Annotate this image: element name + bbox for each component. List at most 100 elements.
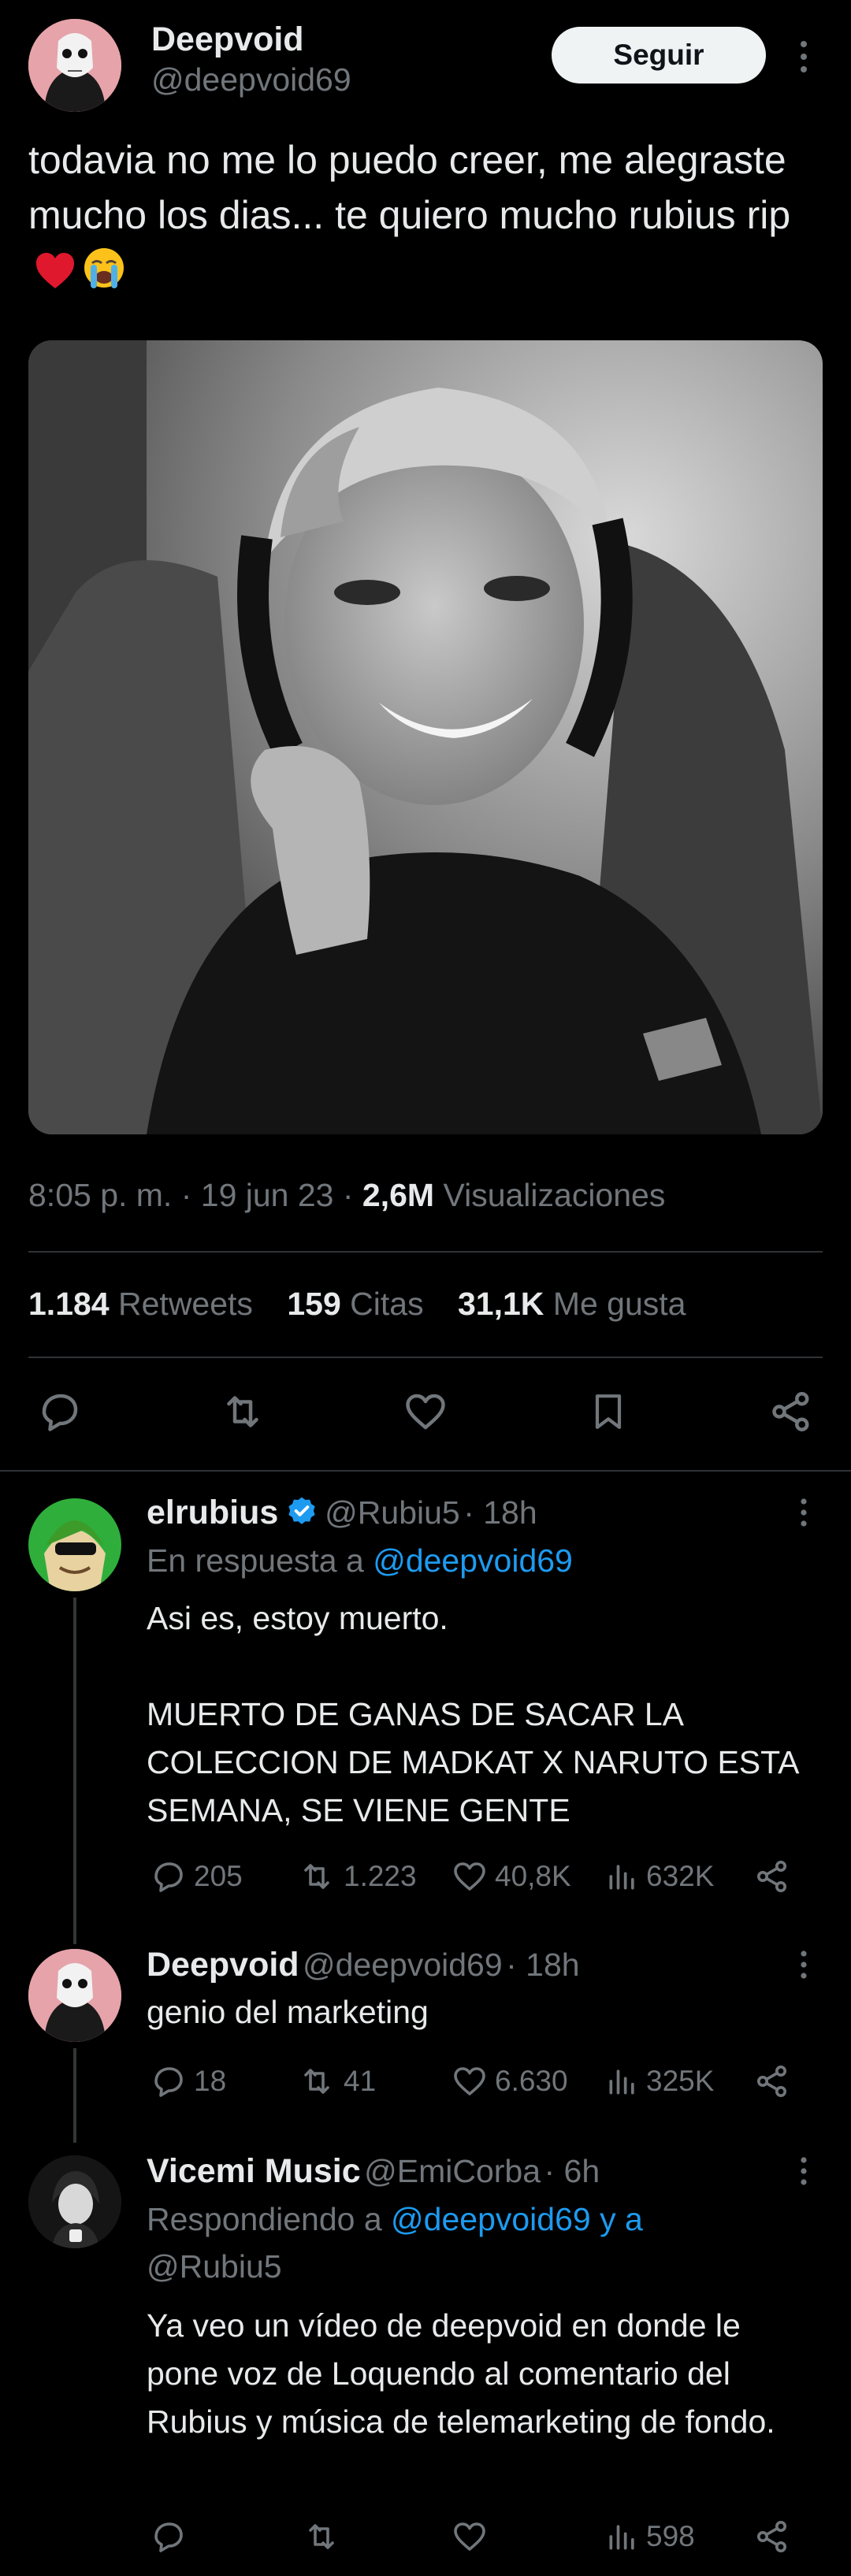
retweets-label: Retweets — [118, 1286, 253, 1322]
reply-context-prefix: Respondiendo a — [147, 2201, 382, 2237]
avatar[interactable] — [28, 19, 121, 112]
share-icon — [757, 1861, 786, 1892]
tweet-time[interactable]: 8:05 p. m. — [28, 1177, 172, 1213]
like-icon — [454, 2067, 485, 2095]
share-button[interactable] — [753, 1858, 791, 1895]
quotes-label: Citas — [350, 1286, 424, 1322]
thread-line — [73, 2048, 76, 2143]
more-options-icon[interactable] — [788, 35, 819, 79]
avatar-mask-icon — [28, 19, 121, 112]
views-button[interactable]: 325K — [605, 2062, 714, 2100]
likes-label: Me gusta — [552, 1286, 686, 1322]
mention-link[interactable]: @Rubiu5 — [147, 2248, 282, 2285]
views-button[interactable]: 632K — [605, 1858, 714, 1895]
tweet-meta: 8:05 p. m. · 19 jun 23 · 2,6M Visualizac… — [28, 1177, 666, 1213]
views-count: 598 — [646, 2520, 695, 2552]
likes-stat[interactable]: 31,1K Me gusta — [458, 1286, 686, 1322]
tweet-text: todavia no me lo puedo creer, me alegras… — [28, 132, 824, 298]
reply-button[interactable]: 18 — [150, 2062, 226, 2100]
follow-button[interactable]: Seguir — [552, 27, 766, 84]
retweet-button[interactable] — [301, 2518, 342, 2556]
reply-text: genio del marketing — [147, 1994, 429, 2030]
avatar-mask-icon — [28, 1949, 121, 2042]
retweet-count: 41 — [344, 2065, 377, 2097]
retweet-button[interactable]: 1.223 — [296, 1858, 417, 1895]
divider — [28, 1251, 823, 1253]
reply-header: elrubius @Rubiu5 · 18h — [147, 1494, 537, 1532]
like-icon[interactable] — [394, 1388, 457, 1435]
display-name[interactable]: Deepvoid — [151, 20, 304, 59]
verified-badge-icon — [285, 1495, 318, 1528]
reply-text: Asi es, estoy muerto. MUERTO DE GANAS DE… — [147, 1600, 798, 1828]
reply-icon[interactable] — [28, 1388, 91, 1435]
like-icon — [454, 2522, 485, 2551]
retweet-icon — [304, 1864, 329, 1889]
like-icon — [454, 1862, 485, 1891]
reply-handle[interactable]: @Rubiu5 — [325, 1494, 460, 1531]
views-icon — [609, 2525, 634, 2550]
like-count: 6.630 — [495, 2065, 568, 2097]
reply-handle[interactable]: @deepvoid69 — [303, 1947, 503, 1983]
avatar[interactable] — [28, 1949, 121, 2042]
engagement-stats: 1.184 Retweets 159 Citas 31,1K Me gusta — [28, 1286, 686, 1323]
like-button[interactable]: 6.630 — [451, 2062, 568, 2100]
views-icon — [609, 1865, 634, 1890]
share-icon — [757, 2066, 786, 2097]
divider — [28, 1357, 823, 1358]
more-options-icon[interactable] — [788, 1495, 819, 1533]
retweets-stat[interactable]: 1.184 Retweets — [28, 1286, 253, 1322]
crying-face-emoji-icon — [82, 246, 126, 290]
reply-button[interactable]: 205 — [150, 1858, 243, 1895]
more-options-icon[interactable] — [788, 2154, 819, 2192]
reply-time[interactable]: · 6h — [544, 2153, 600, 2189]
reply-button[interactable] — [150, 2518, 188, 2556]
handle[interactable]: @deepvoid69 — [151, 61, 351, 98]
share-button[interactable] — [753, 2518, 791, 2556]
tweet-text-content: todavia no me lo puedo creer, me alegras… — [28, 138, 791, 237]
reply-context-prefix: En respuesta a — [147, 1542, 364, 1579]
views-count: 632K — [646, 1860, 715, 1892]
views-button[interactable]: 598 — [605, 2518, 695, 2556]
views-label: Visualizaciones — [443, 1177, 666, 1213]
heart-emoji-icon — [35, 252, 76, 290]
more-options-icon[interactable] — [788, 1947, 819, 1985]
reply-icon — [154, 2522, 183, 2552]
divider — [0, 1470, 851, 1472]
retweet-icon — [309, 2524, 334, 2549]
reply-action-bar: 205 1.223 40,8K 632K — [147, 1853, 816, 1900]
bookmark-icon[interactable] — [577, 1388, 640, 1435]
avatar-link-icon — [28, 1498, 121, 1591]
tweet-date[interactable]: 19 jun 23 — [201, 1177, 334, 1213]
reply-context: En respuesta a @deepvoid69 — [147, 1542, 573, 1579]
like-button[interactable]: 40,8K — [451, 1858, 571, 1895]
reply-display-name[interactable]: elrubius — [147, 1494, 278, 1531]
retweets-count: 1.184 — [28, 1286, 110, 1322]
reply-time[interactable]: · 18h — [506, 1947, 579, 1983]
avatar[interactable] — [28, 1498, 121, 1591]
share-button[interactable] — [753, 2062, 791, 2100]
retweet-count: 1.223 — [344, 1860, 417, 1892]
quotes-stat[interactable]: 159 Citas — [287, 1286, 423, 1322]
reply-display-name[interactable]: Deepvoid — [147, 1946, 299, 1984]
like-count: 40,8K — [495, 1860, 571, 1892]
retweet-icon — [304, 2069, 329, 2094]
mention-link[interactable]: @deepvoid69 — [373, 1542, 573, 1579]
views-count: 2,6M — [362, 1177, 435, 1213]
views-count: 325K — [646, 2065, 715, 2097]
tweet-photo[interactable] — [28, 340, 823, 1134]
reply-action-bar: 18 41 6.630 325K — [147, 2058, 816, 2105]
reply-handle[interactable]: @EmiCorba — [364, 2153, 541, 2189]
reply-action-bar: 598 — [147, 2513, 816, 2560]
reply-icon — [154, 1862, 183, 1892]
like-button[interactable] — [451, 2518, 489, 2556]
avatar-anime-icon — [28, 2155, 121, 2248]
reply-count: 18 — [194, 2065, 227, 2097]
retweet-icon[interactable] — [211, 1388, 274, 1435]
reply-display-name[interactable]: Vicemi Music — [147, 2152, 361, 2190]
avatar[interactable] — [28, 2155, 121, 2248]
reply-time[interactable]: · 18h — [463, 1494, 537, 1531]
mention-link[interactable]: @deepvoid69 y a — [391, 2201, 643, 2237]
share-icon[interactable] — [760, 1388, 823, 1435]
reply-count: 205 — [194, 1860, 243, 1892]
retweet-button[interactable]: 41 — [296, 2062, 376, 2100]
